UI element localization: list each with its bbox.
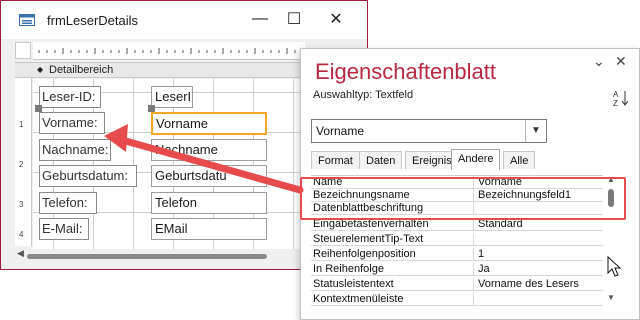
selection-type: Auswahltyp: Textfeld	[313, 89, 414, 101]
ruler-ticks	[38, 48, 296, 54]
tab-alle[interactable]: Alle	[503, 151, 536, 169]
close-icon[interactable]: ✕	[615, 53, 627, 70]
property-name: In Reihenfolge	[313, 263, 384, 275]
label-telefon[interactable]: Telefon:	[39, 192, 97, 214]
chevron-down-icon[interactable]: ▼	[525, 120, 546, 142]
label-nachname[interactable]: Nachname:	[39, 139, 111, 161]
form-icon	[19, 13, 35, 31]
label-email[interactable]: E-Mail:	[39, 218, 89, 240]
property-name: SteuerelementTip-Text	[313, 233, 424, 245]
property-value[interactable]: 1	[473, 248, 603, 260]
property-name: Statusleistentext	[313, 278, 394, 290]
property-sheet-title: Eigenschaftenblatt	[315, 59, 497, 84]
property-row[interactable]: Statusleistentext Vorname des Lesers	[311, 278, 603, 291]
field-vorname[interactable]: Vorname	[151, 112, 267, 135]
property-row[interactable]: Kontextmenüleiste	[311, 293, 603, 306]
ruler-number: 4	[19, 230, 24, 239]
property-value[interactable]: Ja	[473, 263, 603, 275]
detail-section-header[interactable]: ◆ Detailbereich	[15, 62, 315, 78]
property-value[interactable]	[473, 233, 603, 245]
minimize-button[interactable]: —	[243, 7, 277, 31]
ruler-number: 3	[19, 200, 24, 209]
move-handle[interactable]	[148, 105, 155, 112]
section-collapse-icon: ◆	[37, 65, 44, 74]
sort-az-icon[interactable]: AZ	[613, 89, 629, 110]
field-nachname[interactable]: Nachname	[151, 139, 267, 161]
form-selector[interactable]	[15, 42, 31, 59]
property-tabs: Format Daten Ereignis Andere Alle	[311, 149, 629, 170]
maximize-button[interactable]: ☐	[277, 7, 311, 31]
field-telefon[interactable]: Telefon	[151, 192, 267, 214]
field-geburtsdatum[interactable]: Geburtsdatu	[151, 165, 267, 187]
horizontal-scrollbar[interactable]: ◀ ▶	[15, 248, 315, 261]
horizontal-ruler	[33, 42, 305, 60]
property-row[interactable]: Reihenfolgenposition 1	[311, 248, 603, 261]
svg-text:A: A	[613, 90, 619, 99]
object-selector-value: Vorname	[316, 124, 365, 138]
window-titlebar: frmLeserDetails — ☐ ✕	[1, 1, 367, 39]
chevron-down-icon[interactable]: ⌄	[593, 53, 605, 70]
property-row[interactable]: SteuerelementTip-Text	[311, 233, 603, 246]
property-value[interactable]	[473, 293, 603, 305]
property-row[interactable]: In Reihenfolge Ja	[311, 263, 603, 276]
svg-text:Z: Z	[613, 99, 618, 107]
annotation-highlight-box	[300, 177, 626, 220]
property-name: Kontextmenüleiste	[313, 293, 404, 305]
scroll-down-icon[interactable]: ▼	[607, 293, 615, 302]
move-handle[interactable]	[35, 105, 42, 112]
scroll-left-icon[interactable]: ◀	[17, 248, 24, 259]
ruler-number: 2	[19, 160, 24, 169]
label-geburtsdatum[interactable]: Geburtsdatum:	[39, 165, 137, 187]
window-title: frmLeserDetails	[47, 13, 139, 28]
scroll-thumb[interactable]	[27, 254, 267, 259]
close-button[interactable]: ✕	[319, 7, 353, 31]
tab-andere[interactable]: Andere	[451, 149, 501, 170]
vertical-ruler: 1 2 3 4	[15, 78, 32, 246]
field-leser-id[interactable]: LeserI	[151, 86, 193, 108]
property-name: Reihenfolgenposition	[313, 248, 416, 260]
label-vorname[interactable]: Vorname:	[39, 112, 105, 134]
label-leser-id[interactable]: Leser-ID:	[39, 86, 101, 108]
field-email[interactable]: EMail	[151, 218, 267, 240]
object-selector-dropdown[interactable]: Vorname ▼	[311, 119, 547, 143]
mouse-pointer-icon	[607, 256, 621, 277]
tab-format[interactable]: Format	[311, 151, 360, 169]
ruler-number: 1	[19, 120, 24, 129]
property-value[interactable]: Vorname des Lesers	[473, 278, 603, 290]
section-label: Detailbereich	[49, 64, 114, 76]
tab-daten[interactable]: Daten	[359, 151, 403, 169]
